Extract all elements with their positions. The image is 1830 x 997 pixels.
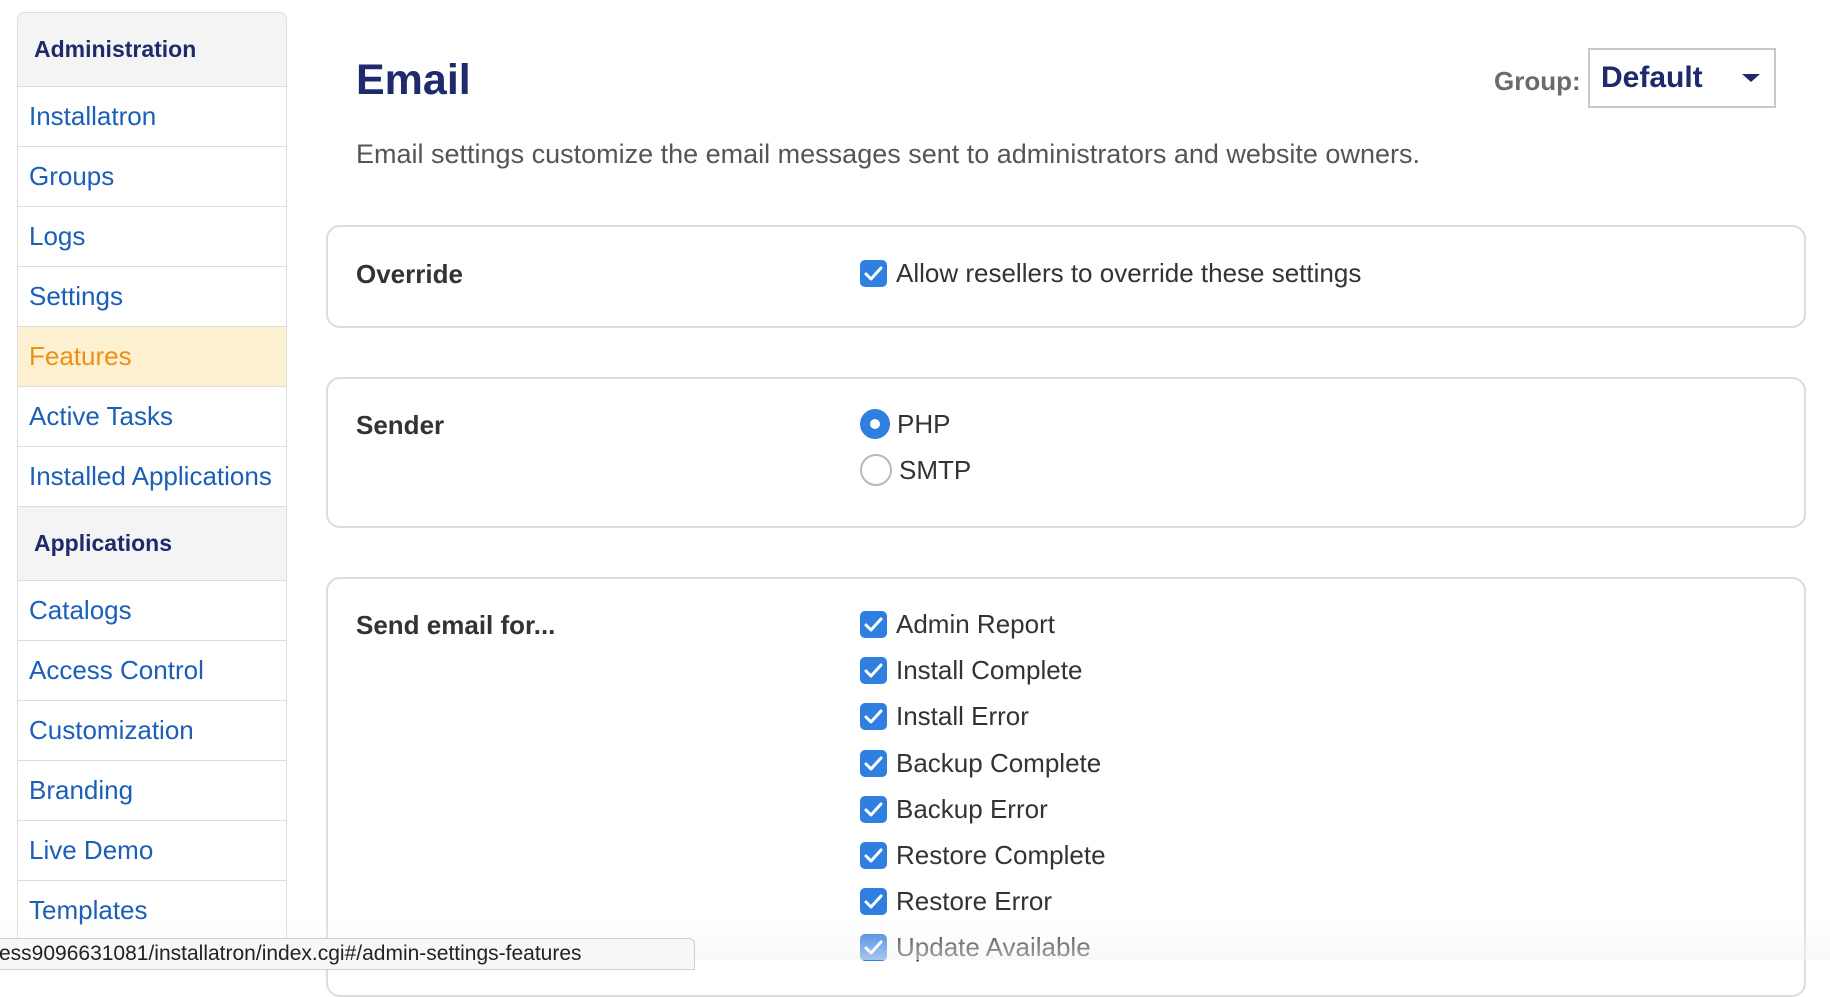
sender-panel: Sender PHP SMTP [326, 377, 1806, 528]
sidebar-item-active-tasks[interactable]: Active Tasks [18, 387, 286, 447]
email-option-label: Backup Error [896, 793, 1048, 824]
sidebar-item-groups[interactable]: Groups [18, 147, 286, 207]
email-option-label: Backup Complete [896, 747, 1102, 778]
email-option-install-error[interactable]: Install Error [860, 696, 1029, 736]
email-option-label: Install Complete [896, 654, 1083, 685]
checkbox-checked-icon[interactable] [860, 841, 887, 869]
group-select-value: Default [1601, 61, 1703, 94]
email-option-label: Admin Report [896, 608, 1055, 639]
sidebar-item-templates[interactable]: Templates [18, 881, 286, 941]
checkbox-checked-icon[interactable] [860, 887, 887, 915]
sender-label: Sender [356, 410, 445, 440]
checkbox-checked-icon[interactable] [860, 749, 887, 777]
sidebar-item-customization[interactable]: Customization [18, 701, 286, 761]
sidebar-section-administration: Administration [18, 13, 286, 87]
radio-unselected-icon[interactable] [860, 454, 892, 486]
override-option-label: Allow resellers to override these settin… [896, 257, 1362, 288]
sidebar-section-applications: Applications [18, 507, 286, 581]
override-panel: Override Allow resellers to override the… [326, 225, 1806, 328]
send-email-label: Send email for... [356, 610, 556, 640]
email-option-restore-error[interactable]: Restore Error [860, 881, 1052, 921]
email-option-restore-complete[interactable]: Restore Complete [860, 835, 1106, 875]
page-description: Email settings customize the email messa… [356, 139, 1420, 169]
override-option[interactable]: Allow resellers to override these settin… [860, 253, 1361, 293]
email-option-backup-error[interactable]: Backup Error [860, 789, 1048, 829]
checkbox-checked-icon[interactable] [860, 933, 887, 961]
page-title: Email [356, 56, 471, 104]
sidebar-nav: Administration Installatron Groups Logs … [17, 12, 287, 941]
checkbox-checked-icon[interactable] [860, 259, 887, 287]
sender-option-smtp[interactable]: SMTP [860, 450, 971, 490]
checkbox-checked-icon[interactable] [860, 795, 887, 823]
email-option-backup-complete[interactable]: Backup Complete [860, 743, 1101, 783]
email-option-label: Install Error [896, 700, 1029, 731]
override-label: Override [356, 259, 463, 289]
sidebar-item-access-control[interactable]: Access Control [18, 641, 286, 701]
checkbox-checked-icon[interactable] [860, 702, 887, 730]
email-option-admin-report[interactable]: Admin Report [860, 604, 1055, 644]
email-option-install-complete[interactable]: Install Complete [860, 650, 1082, 690]
sender-option-php[interactable]: PHP [860, 404, 950, 444]
sidebar-item-live-demo[interactable]: Live Demo [18, 821, 286, 881]
email-option-label: Restore Error [896, 885, 1053, 916]
group-select[interactable]: Default [1588, 48, 1776, 108]
sidebar-item-branding[interactable]: Branding [18, 761, 286, 821]
sidebar-item-catalogs[interactable]: Catalogs [18, 581, 286, 641]
checkbox-checked-icon[interactable] [860, 656, 887, 684]
email-option-label: Update Available [896, 931, 1091, 962]
sender-option-label: SMTP [899, 454, 972, 485]
sidebar-item-settings[interactable]: Settings [18, 267, 286, 327]
radio-selected-icon[interactable] [860, 409, 890, 439]
browser-status-bar: ess9096631081/installatron/index.cgi#/ad… [0, 938, 695, 970]
email-option-label: Restore Complete [896, 839, 1106, 870]
chevron-down-icon [1742, 74, 1760, 82]
sidebar-item-installed-applications[interactable]: Installed Applications [18, 447, 286, 507]
email-option-update-available[interactable]: Update Available [860, 927, 1091, 967]
checkbox-checked-icon[interactable] [860, 610, 887, 638]
group-label: Group: [1494, 66, 1581, 96]
send-email-panel: Send email for... Admin Report Install C… [326, 577, 1806, 997]
sender-option-label: PHP [897, 408, 951, 439]
sidebar-item-features[interactable]: Features [18, 327, 286, 387]
sidebar-item-logs[interactable]: Logs [18, 207, 286, 267]
sidebar-item-installatron[interactable]: Installatron [18, 87, 286, 147]
